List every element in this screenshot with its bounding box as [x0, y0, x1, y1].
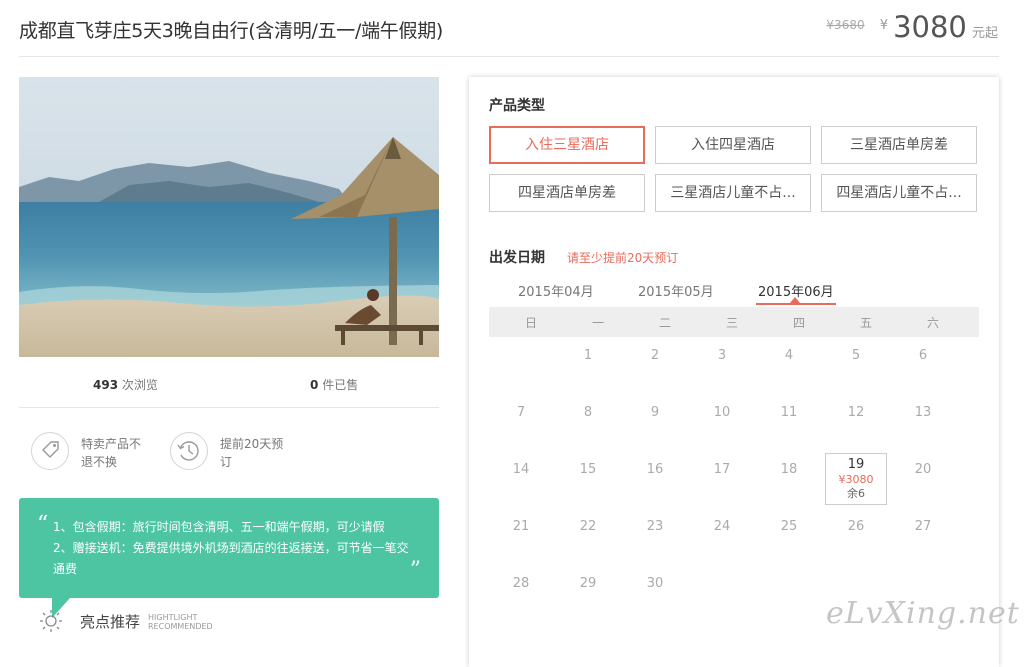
calendar-grid: 1 2 3 4 5 6 7 8 9 10 11 12 13 14 15 16 17 18 19 ¥3080 余6 20 21…	[489, 337, 979, 637]
departure-date-title: 出发日期	[489, 250, 545, 266]
views-count: 493	[93, 378, 119, 392]
calendar-day: 18	[780, 462, 798, 477]
calendar-day: 10	[713, 405, 731, 420]
calendar-day: 16	[646, 462, 664, 477]
weekday-label: 三	[725, 316, 738, 330]
calendar-day: 22	[579, 519, 597, 534]
price-area: ¥3680 ¥ 3080 元起	[826, 10, 998, 44]
highlights-en-1: HIGHTLIGHT	[148, 613, 198, 622]
price-suffix: 元起	[971, 26, 998, 41]
current-price: 3080	[893, 10, 967, 44]
calendar-day: 13	[914, 405, 932, 420]
calendar-day: 25	[780, 519, 798, 534]
calendar-day-available[interactable]: 19 ¥3080 余6	[825, 453, 887, 505]
calendar-day: 3	[717, 348, 727, 363]
product-type-option[interactable]: 四星酒店儿童不占...	[821, 174, 977, 212]
beach-scene-image	[19, 77, 439, 357]
weekday-label: 二	[658, 316, 671, 330]
product-type-option[interactable]: 入住三星酒店	[489, 126, 645, 164]
views-stat: 493 次浏览	[93, 376, 158, 393]
calendar-day: 11	[780, 405, 798, 420]
calendar-weekday-header: 日 一 二 三 四 五 六	[489, 307, 979, 337]
booking-panel: 产品类型 入住三星酒店 入住四星酒店 三星酒店单房差 四星酒店单房差 三星酒店儿…	[469, 77, 999, 667]
calendar-day: 6	[918, 348, 928, 363]
feature-text: 提前20天预订	[220, 437, 284, 469]
close-quote-icon: ”	[409, 558, 421, 583]
day-price: ¥3080	[838, 473, 874, 486]
calendar-day: 8	[583, 405, 593, 420]
tab-month-april[interactable]: 2015年04月	[518, 281, 594, 300]
tab-month-may[interactable]: 2015年05月	[638, 281, 714, 300]
calendar-day: 30	[646, 576, 664, 591]
highlights-en-2: RECOMMENDED	[148, 622, 213, 631]
active-tab-underline	[756, 303, 836, 305]
sun-icon	[40, 610, 62, 632]
feature-no-refund: 特卖产品不退不换	[31, 432, 161, 476]
weekday-label: 一	[591, 316, 604, 330]
calendar-day: 4	[784, 348, 794, 363]
calendar-day: 5	[851, 348, 861, 363]
calendar-day: 9	[650, 405, 660, 420]
advance-booking-note: 请至少提前20天预订	[567, 251, 679, 265]
calendar-day: 23	[646, 519, 664, 534]
open-quote-icon: “	[37, 512, 49, 537]
product-image[interactable]	[19, 77, 439, 357]
calendar-day: 27	[914, 519, 932, 534]
highlights-text: 1、包含假期：旅行时间包含清明、五一和端午假期，可少请假 2、赠接送机：免费提供…	[53, 517, 413, 580]
original-price: ¥3680	[826, 18, 865, 32]
highlights-title: 亮点推荐	[80, 613, 141, 631]
calendar-day: 28	[512, 576, 530, 591]
calendar-day: 17	[713, 462, 731, 477]
header-divider	[19, 56, 999, 57]
sold-stat: 0 件已售	[310, 376, 358, 393]
product-type-title: 产品类型	[489, 98, 545, 114]
product-type-option[interactable]: 四星酒店单房差	[489, 174, 645, 212]
site-watermark: eLvXing.net	[826, 596, 1020, 631]
weekday-label: 日	[524, 316, 537, 330]
views-label: 次浏览	[121, 378, 158, 392]
month-tabs: 2015年04月 2015年05月 2015年06月	[489, 277, 979, 307]
stats-divider	[19, 407, 439, 408]
calendar-day: 15	[579, 462, 597, 477]
calendar-day: 21	[512, 519, 530, 534]
product-type-option[interactable]: 三星酒店单房差	[821, 126, 977, 164]
feature-text: 特卖产品不退不换	[81, 437, 142, 469]
day-remaining: 余6	[847, 487, 865, 500]
highlight-line: 1、包含假期：旅行时间包含清明、五一和端午假期，可少请假	[53, 520, 385, 534]
weekday-label: 四	[792, 316, 805, 330]
day-number: 19	[847, 457, 865, 472]
currency-symbol: ¥	[879, 18, 888, 33]
product-type-option[interactable]: 三星酒店儿童不占...	[655, 174, 811, 212]
calendar-day: 24	[713, 519, 731, 534]
feature-advance-booking: 提前20天预订	[170, 432, 300, 476]
product-stats: 493 次浏览 0 件已售	[19, 372, 439, 398]
product-title: 成都直飞芽庄5天3晚自由行(含清明/五一/端午假期)	[19, 20, 444, 42]
calendar-day: 14	[512, 462, 530, 477]
product-type-option[interactable]: 入住四星酒店	[655, 126, 811, 164]
calendar-day: 20	[914, 462, 932, 477]
calendar-day: 7	[516, 405, 526, 420]
calendar-day: 26	[847, 519, 865, 534]
highlights-box: “ 1、包含假期：旅行时间包含清明、五一和端午假期，可少请假 2、赠接送机：免费…	[19, 498, 439, 598]
highlight-line: 2、赠接送机：免费提供境外机场到酒店的往返接送，可节省一笔交通费	[53, 541, 409, 576]
sold-label: 件已售	[322, 378, 359, 392]
weekday-label: 五	[859, 316, 872, 330]
highlights-subtitle: HIGHTLIGHT RECOMMENDED	[148, 613, 228, 631]
calendar-day: 12	[847, 405, 865, 420]
calendar-day: 2	[650, 348, 660, 363]
clock-icon	[170, 432, 208, 470]
calendar-day: 29	[579, 576, 597, 591]
calendar-day: 1	[583, 348, 593, 363]
weekday-label: 六	[926, 316, 939, 330]
page-header: 成都直飞芽庄5天3晚自由行(含清明/五一/端午假期) ¥3680 ¥ 3080 …	[0, 0, 1030, 56]
tag-icon	[31, 432, 69, 470]
sold-count: 0	[310, 378, 319, 392]
